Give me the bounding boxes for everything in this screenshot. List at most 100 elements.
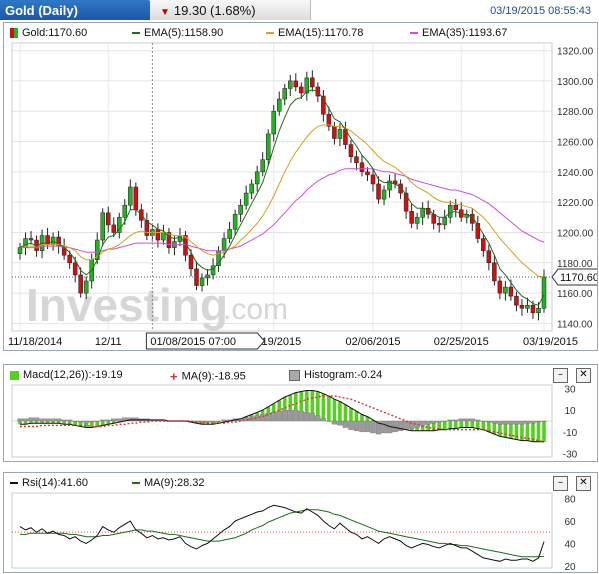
histogram-bar — [33, 417, 40, 422]
y-tick-label: 1320.00 — [557, 47, 594, 58]
candle-body — [100, 212, 105, 241]
histogram-bar — [39, 418, 45, 422]
x-tick-label: 02/06/2015 — [345, 336, 400, 348]
histogram-bar — [458, 418, 464, 422]
ema35-line — [20, 168, 545, 253]
histogram-bar — [469, 418, 475, 422]
candle-body — [431, 214, 436, 224]
candle-body — [365, 171, 370, 176]
histogram-bar — [502, 420, 509, 425]
histogram-bar — [425, 420, 431, 425]
histogram-bar — [475, 419, 481, 422]
macd-bar — [448, 421, 453, 429]
histogram-bar — [78, 420, 84, 423]
candle-body — [414, 217, 420, 224]
candle-body — [106, 212, 111, 226]
candle-body — [541, 276, 547, 309]
crosshair-date-label: 01/08/2015 07:00 — [150, 336, 236, 348]
histogram-bar — [408, 420, 415, 429]
histogram-bar — [436, 420, 442, 423]
histogram-bar — [133, 417, 139, 422]
histogram-bar — [331, 420, 338, 425]
candle-body — [514, 295, 519, 306]
histogram-bar — [392, 420, 398, 433]
candle-body — [381, 189, 387, 200]
macd-bar — [332, 399, 337, 421]
candle-body — [447, 204, 453, 218]
candle-body — [128, 186, 133, 206]
rsi-chart[interactable]: 80 60 40 20 — [4, 473, 597, 572]
rsi-panel: Rsi(14):41.60 MA(9):28.32 – ✕ 80 60 40 20 — [3, 472, 598, 573]
candle-body — [453, 204, 458, 210]
macd-bar — [349, 407, 353, 421]
candle-body — [481, 238, 486, 251]
candle-body — [409, 211, 414, 224]
macd-bar — [464, 421, 469, 428]
y-tick-label: 1240.00 — [557, 168, 594, 179]
histogram-bar — [442, 420, 448, 422]
candle-body — [332, 126, 337, 139]
histogram-bar — [480, 420, 486, 422]
histogram-bar — [364, 420, 371, 433]
histogram-bar — [28, 417, 34, 422]
chart-widget: Gold (Daily) ▼ 19.30 (1.68%) 03/19/2015 0… — [0, 0, 599, 574]
candle-body — [497, 280, 503, 294]
candle-body — [299, 86, 304, 94]
histogram-bar — [381, 420, 387, 434]
y-tick-label: 60 — [564, 517, 576, 528]
histogram-bar — [342, 420, 349, 428]
candle-body — [122, 204, 128, 218]
candle-body — [376, 183, 381, 200]
macd-chart[interactable]: 30 10 -10 -30 — [4, 365, 597, 461]
histogram-bar — [431, 420, 437, 424]
histogram-bar — [17, 418, 23, 422]
macd-bar — [95, 421, 100, 427]
price-chart[interactable]: 1140.00 1160.00 1180.00 1200.00 1220.00 1240.… — [4, 23, 597, 350]
histogram-bar — [304, 412, 310, 422]
candle-body — [117, 217, 122, 233]
histogram-bar — [315, 415, 321, 422]
histogram-bar — [44, 418, 51, 422]
quote-datetime: 03/19/2015 08:55:43 — [490, 5, 591, 17]
watermark-logo: Investing — [26, 279, 228, 331]
histogram-bar — [420, 420, 426, 426]
candle-body — [503, 286, 508, 294]
macd-bar — [18, 421, 22, 425]
histogram-bar — [309, 413, 315, 422]
histogram-bar — [353, 420, 360, 431]
candle-body — [370, 174, 376, 185]
macd-bar — [459, 421, 464, 428]
last-price-label: 1170.60 — [560, 272, 597, 284]
instrument-tab[interactable]: Gold (Daily) — [0, 0, 150, 20]
price-change: ▼ 19.30 (1.68%) — [160, 3, 256, 18]
candle-body — [288, 80, 293, 89]
candle-body — [221, 238, 227, 251]
price-change-value: 19.30 (1.68%) — [173, 3, 256, 18]
candle-body — [67, 254, 72, 264]
histogram-bar — [287, 409, 293, 422]
y-tick-label: 20 — [564, 562, 576, 572]
price-panel: Gold:1170.60 EMA(5):1158.90 EMA(15):1170… — [3, 22, 598, 351]
histogram-bar — [524, 420, 531, 424]
histogram-bar — [447, 419, 453, 422]
histogram-bar — [210, 420, 216, 423]
candle-body — [337, 129, 343, 139]
y-tick-label: 10 — [564, 406, 576, 417]
candle-body — [420, 207, 425, 218]
histogram-bar — [260, 414, 266, 422]
histogram-bar — [271, 412, 277, 422]
candle-body — [161, 232, 166, 241]
candle-body — [249, 183, 254, 194]
candle-body — [519, 304, 525, 309]
histogram-bar — [530, 420, 536, 424]
candle-body — [282, 88, 288, 100]
histogram-bar — [541, 420, 547, 422]
y-tick-label: 1140.00 — [557, 319, 593, 330]
y-tick-label: -30 — [563, 450, 578, 461]
candle-body — [17, 247, 23, 254]
histogram-bar — [100, 419, 106, 422]
candle-body — [276, 98, 282, 112]
candle-body — [492, 262, 497, 282]
histogram-bar — [535, 420, 542, 423]
y-tick-label: 1220.00 — [557, 198, 594, 209]
